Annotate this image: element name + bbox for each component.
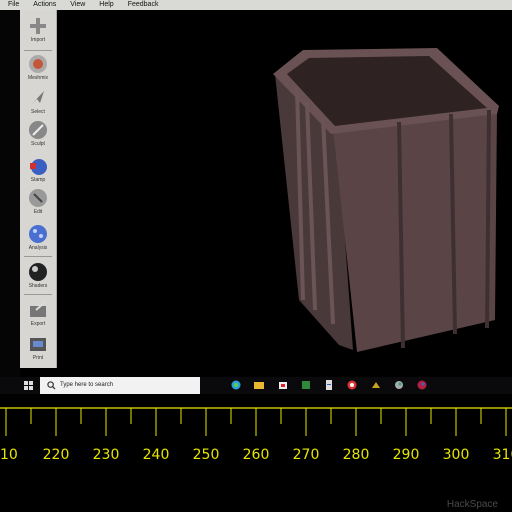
- ruler-label: 300: [443, 447, 470, 463]
- tool-label: Stamp: [30, 177, 46, 183]
- windows-taskbar: Type here to search: [0, 377, 512, 394]
- ruler-label: 10: [0, 447, 18, 463]
- ruler-label: 310: [493, 447, 512, 463]
- document-icon[interactable]: [324, 380, 334, 390]
- menu-file[interactable]: File: [0, 0, 25, 10]
- store-icon[interactable]: [278, 380, 288, 390]
- analysis-sphere-icon: [29, 225, 47, 243]
- tool-label: Import: [30, 37, 46, 43]
- ruler-label: 240: [143, 447, 170, 463]
- windows-start-icon[interactable]: [20, 380, 40, 391]
- meshmix-icon: [29, 55, 47, 73]
- bucket-model[interactable]: [57, 10, 512, 378]
- ruler-label: 260: [243, 447, 270, 463]
- sculpt-brush-icon: [29, 121, 47, 139]
- tool-label: Export: [30, 321, 46, 327]
- ruler-label: 290: [393, 447, 420, 463]
- menu-help[interactable]: Help: [91, 0, 119, 10]
- file-explorer-icon[interactable]: [254, 380, 264, 390]
- divider: [24, 50, 52, 51]
- plus-icon: [30, 18, 46, 34]
- divider: [24, 256, 52, 257]
- tool-label: Analysis: [28, 245, 48, 251]
- analysis-tool[interactable]: Analysis: [20, 224, 56, 251]
- menu-actions[interactable]: Actions: [25, 0, 62, 10]
- edit-icon: [29, 189, 47, 207]
- menu-feedback[interactable]: Feedback: [120, 0, 165, 10]
- print-icon: [30, 338, 46, 351]
- tool-label: Sculpt: [31, 141, 45, 147]
- search-icon: [47, 381, 56, 390]
- tool-label: Print: [32, 355, 44, 361]
- import-tool[interactable]: Import: [20, 16, 56, 43]
- tool-label: Select: [31, 109, 45, 115]
- sculpt-tool[interactable]: Sculpt: [20, 120, 56, 147]
- menu-bar: File Actions View Help Feedback: [0, 0, 512, 10]
- select-tool[interactable]: Select: [20, 88, 56, 115]
- shaders-tool[interactable]: Shaders: [20, 262, 56, 289]
- window-edge: [0, 10, 20, 378]
- app-red-icon[interactable]: [417, 380, 427, 390]
- print-tool[interactable]: Print: [20, 334, 56, 361]
- meshmix-tool[interactable]: Meshmix: [20, 54, 56, 81]
- tool-panel: Import Meshmix Select Sculpt Stamp Edit …: [20, 10, 57, 368]
- tool-label: Meshmix: [27, 75, 48, 81]
- export-tool[interactable]: Export: [20, 300, 56, 327]
- edge-browser-icon[interactable]: [231, 380, 241, 390]
- app-green-icon[interactable]: [301, 380, 311, 390]
- export-icon: [30, 302, 46, 317]
- ruler-label: 220: [43, 447, 70, 463]
- ruler-label: 230: [93, 447, 120, 463]
- edit-tool[interactable]: Edit: [20, 188, 56, 215]
- watermark-logo: HackSpace: [446, 499, 498, 510]
- viewport-3d[interactable]: [57, 10, 512, 378]
- measurement-ruler: 10 220 230 240 250 260 270 280 290 300 310: [0, 407, 512, 463]
- select-arrow-icon: [32, 91, 44, 104]
- stamp-tool[interactable]: Stamp: [20, 156, 56, 183]
- ruler-label: 250: [193, 447, 220, 463]
- stamp-icon: [30, 159, 47, 175]
- tool-label: Edit: [33, 209, 43, 215]
- taskbar-search-box[interactable]: Type here to search: [40, 377, 200, 394]
- shaders-sphere-icon: [29, 263, 47, 281]
- menu-view[interactable]: View: [62, 0, 91, 10]
- tool-label: Shaders: [28, 283, 48, 289]
- app-gold-icon[interactable]: [371, 380, 381, 390]
- search-placeholder: Type here to search: [60, 382, 114, 388]
- ruler-label: 280: [343, 447, 370, 463]
- divider: [24, 294, 52, 295]
- app-grey-icon[interactable]: [394, 380, 404, 390]
- chrome-icon[interactable]: [347, 380, 357, 390]
- ruler-label: 270: [293, 447, 320, 463]
